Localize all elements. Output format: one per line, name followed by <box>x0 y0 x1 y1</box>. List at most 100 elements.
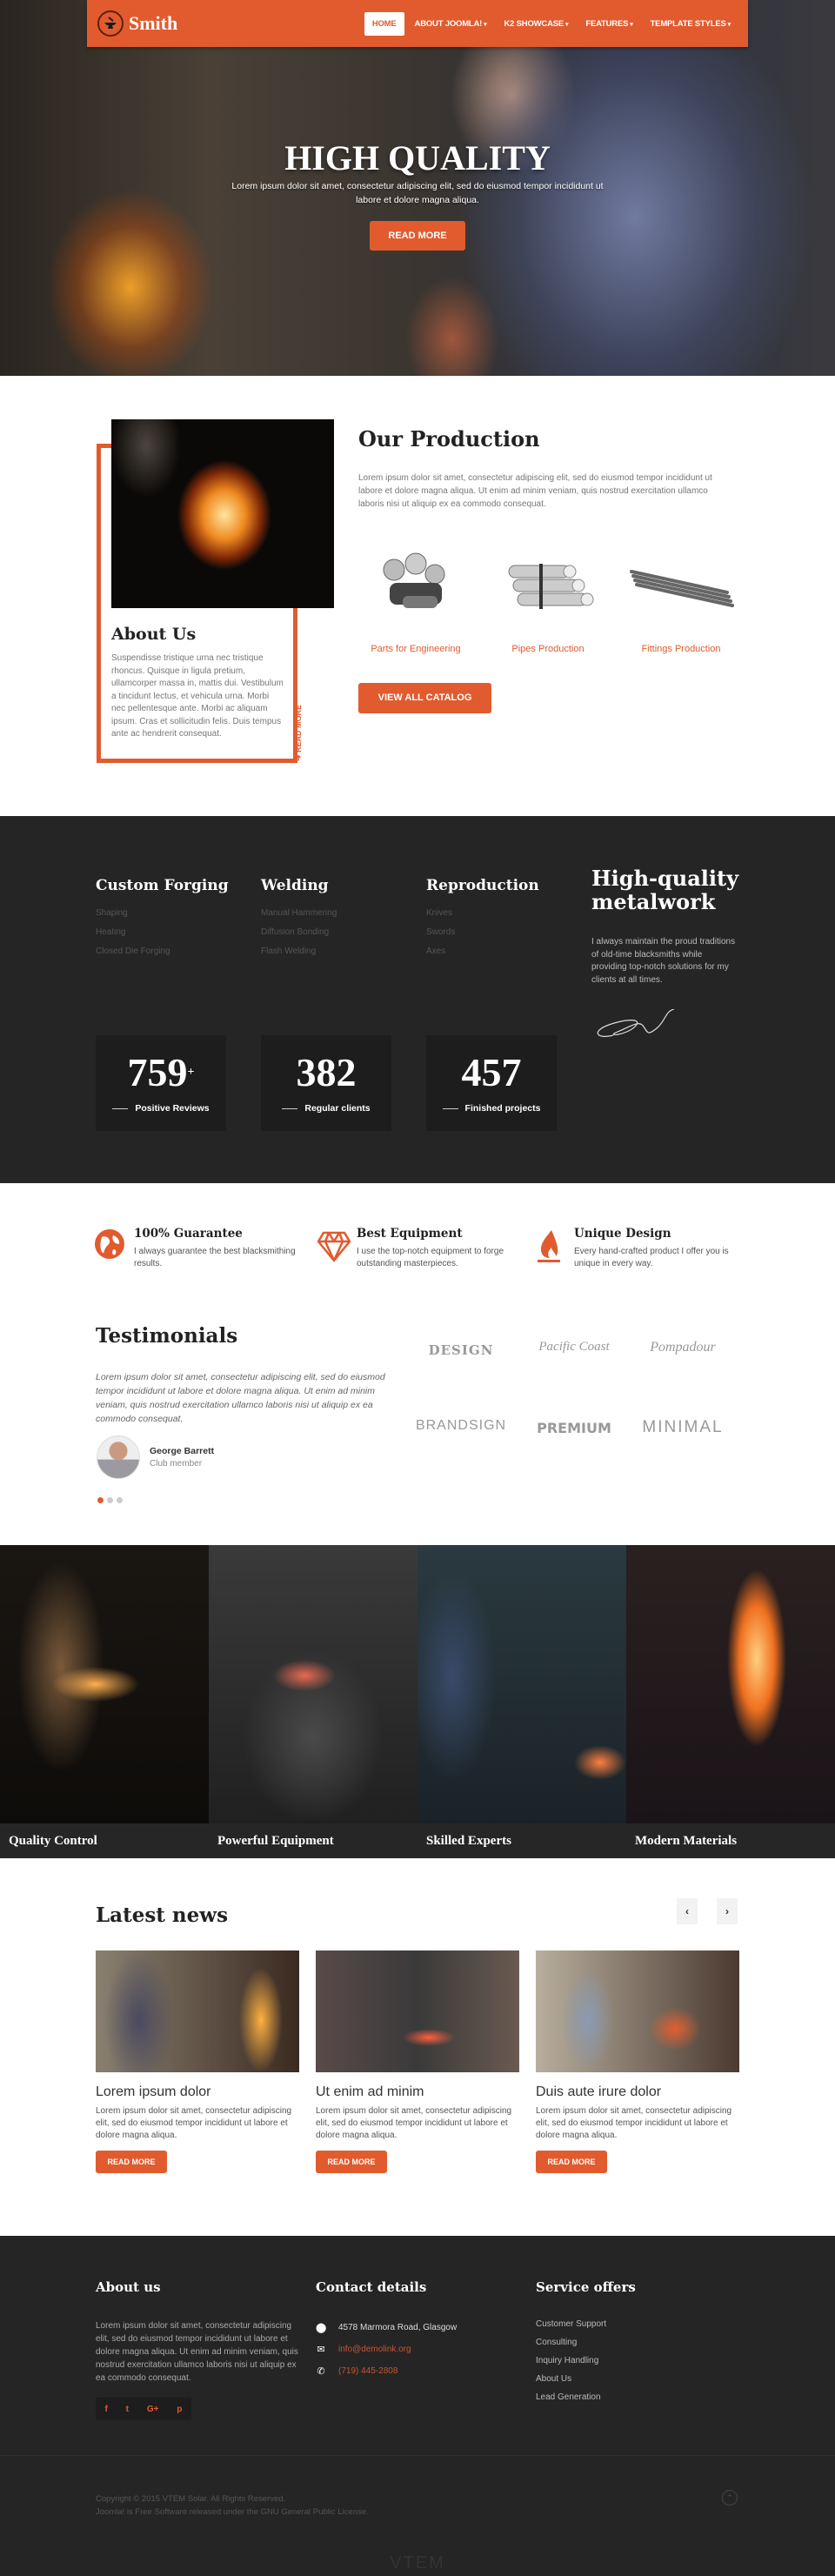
caret-down-icon: ▾ <box>484 21 487 28</box>
about-title: About Us <box>111 625 197 644</box>
brand-logo: Pompadour <box>650 1340 716 1355</box>
gallery-image <box>418 1545 626 1823</box>
footer-service-link[interactable]: Customer Support <box>536 2319 606 2329</box>
news-read-more-button[interactable]: READ MORE <box>536 2151 607 2173</box>
nav-label: ABOUT JOOMLA! <box>414 18 483 29</box>
brand-logo: PREMIUM <box>537 1420 611 1436</box>
metalwork-text: I always maintain the proud traditions o… <box>591 937 736 985</box>
production-text: Lorem ipsum dolor sit amet, consectetur … <box>358 473 712 509</box>
main-nav: HOME ABOUT JOOMLA! ▾ K2 SHOWCASE ▾ FEATURE… <box>364 11 738 36</box>
stat-positive-reviews: 759+ Positive Reviews <box>96 1035 226 1131</box>
view-catalog-button[interactable]: VIEW ALL CATALOG <box>358 683 491 713</box>
news-image[interactable] <box>536 1950 739 2072</box>
stat-value: 759 <box>127 1050 188 1094</box>
service-title: Welding <box>261 877 329 894</box>
feature-title: 100% Guarantee <box>134 1227 243 1241</box>
product-fittings[interactable]: Fittings Production <box>625 539 738 654</box>
gallery-caption: Quality Control <box>0 1823 209 1858</box>
diamond-icon <box>317 1228 351 1263</box>
flame-icon <box>534 1228 565 1263</box>
stat-value: 457 <box>461 1050 522 1094</box>
service-link[interactable]: Diffusion Bonding <box>261 927 337 937</box>
vtem-logo: VTEM <box>390 2553 445 2573</box>
footer-service-link[interactable]: Consulting <box>536 2338 606 2347</box>
footer-service-link[interactable]: Inquiry Handling <box>536 2356 606 2365</box>
stat-regular-clients: 382 Regular clients <box>261 1035 391 1131</box>
stat-label: Regular clients <box>261 1103 391 1114</box>
pager-dot[interactable] <box>117 1497 123 1503</box>
service-link[interactable]: Heating <box>96 927 229 937</box>
social-bar: f t G+ p <box>96 2398 191 2420</box>
pinterest-icon[interactable]: p <box>177 2405 182 2414</box>
testimonials-title: Testimonials <box>96 1324 238 1348</box>
stat-label: Finished projects <box>426 1103 557 1114</box>
news-next-button[interactable]: › <box>717 1898 738 1924</box>
service-title: Custom Forging <box>96 877 229 894</box>
pager-dot[interactable] <box>107 1497 113 1503</box>
copyright-text: Copyright © 2015 VTEM Solar. All Rights … <box>96 2494 286 2504</box>
news-read-more-button[interactable]: READ MORE <box>316 2151 387 2173</box>
twitter-icon[interactable]: t <box>126 2405 129 2414</box>
hero-read-more-button[interactable]: READ MORE <box>370 221 465 251</box>
news-headline[interactable]: Lorem ipsum dolor <box>96 2084 299 2100</box>
news-item: Duis aute irure dolor Lorem ipsum dolor … <box>536 1950 739 2173</box>
google-plus-icon[interactable]: G+ <box>147 2405 159 2414</box>
nav-about-joomla[interactable]: ABOUT JOOMLA! ▾ <box>408 12 494 36</box>
scroll-top-button[interactable]: ⌃ <box>722 2490 738 2506</box>
testimonial-quote: Lorem ipsum dolor sit amet, consectetur … <box>96 1372 385 1424</box>
phone-link[interactable]: (719) 445-2808 <box>338 2366 397 2376</box>
production-title: Our Production <box>358 426 540 452</box>
news-image[interactable] <box>96 1950 299 2072</box>
gallery-item[interactable]: Skilled Experts <box>418 1545 626 1858</box>
gallery-image <box>209 1545 418 1823</box>
hero-banner: HIGH QUALITY Lorem ipsum dolor sit amet,… <box>0 0 835 376</box>
gallery-item[interactable]: Powerful Equipment <box>209 1545 418 1858</box>
news-read-more-button[interactable]: READ MORE <box>96 2151 167 2173</box>
pager-dot-active[interactable] <box>97 1497 104 1503</box>
news-headline[interactable]: Duis aute irure dolor <box>536 2084 739 2100</box>
footer-service-link[interactable]: Lead Generation <box>536 2392 606 2402</box>
service-link[interactable]: Flash Welding <box>261 947 337 956</box>
nav-features[interactable]: FEATURES ▾ <box>578 12 639 36</box>
news-headline[interactable]: Ut enim ad minim <box>316 2084 519 2100</box>
facebook-icon[interactable]: f <box>104 2405 107 2414</box>
news-prev-button[interactable]: ‹ <box>677 1898 698 1924</box>
gallery-caption: Modern Materials <box>626 1823 835 1858</box>
service-link[interactable]: Shaping <box>96 908 229 918</box>
avatar <box>97 1435 140 1479</box>
forge-fire-image <box>111 419 334 608</box>
service-link[interactable]: Swords <box>426 927 539 937</box>
gallery-item[interactable]: Quality Control <box>0 1545 209 1858</box>
caret-down-icon: ▾ <box>630 21 633 28</box>
phone-icon: ✆ <box>317 2366 325 2377</box>
brand-logo: MINIMAL <box>642 1418 724 1436</box>
email-link[interactable]: info@demolink.org <box>338 2345 411 2354</box>
service-link[interactable]: Knives <box>426 908 539 918</box>
caret-down-icon: ▾ <box>565 21 569 28</box>
about-read-more-link[interactable]: ➜ READ MORE <box>294 705 304 761</box>
gallery-item[interactable]: Modern Materials <box>626 1545 835 1858</box>
nav-k2-showcase[interactable]: K2 SHOWCASE ▾ <box>497 12 575 36</box>
product-label: Pipes Production <box>511 644 584 654</box>
nav-template-styles[interactable]: TEMPLATE STYLES ▾ <box>644 12 738 36</box>
logo-text: Smith <box>129 12 178 34</box>
footer-about-title: About us <box>96 2279 161 2295</box>
logo[interactable]: Smith <box>97 10 177 37</box>
testimonial-role: Club member <box>150 1459 203 1469</box>
product-label: Fittings Production <box>641 644 721 654</box>
news-excerpt: Lorem ipsum dolor sit amet, consectetur … <box>316 2106 512 2140</box>
rebar-image <box>625 539 738 635</box>
service-column-welding: Welding Manual Hammering Diffusion Bondi… <box>261 877 337 966</box>
service-link[interactable]: Manual Hammering <box>261 908 337 918</box>
engine-parts-image <box>359 539 472 635</box>
news-image[interactable] <box>316 1950 519 2072</box>
service-link[interactable]: Axes <box>426 947 539 956</box>
service-link[interactable]: Closed Die Forging <box>96 947 229 956</box>
nav-home[interactable]: HOME <box>364 11 404 36</box>
testimonial-pager <box>97 1497 123 1503</box>
product-pipes[interactable]: Pipes Production <box>491 539 605 654</box>
hero-title: HIGH QUALITY <box>284 138 551 177</box>
product-parts-engineering[interactable]: Parts for Engineering <box>359 539 472 654</box>
gallery-caption: Powerful Equipment <box>209 1823 418 1858</box>
footer-service-link[interactable]: About Us <box>536 2374 606 2384</box>
